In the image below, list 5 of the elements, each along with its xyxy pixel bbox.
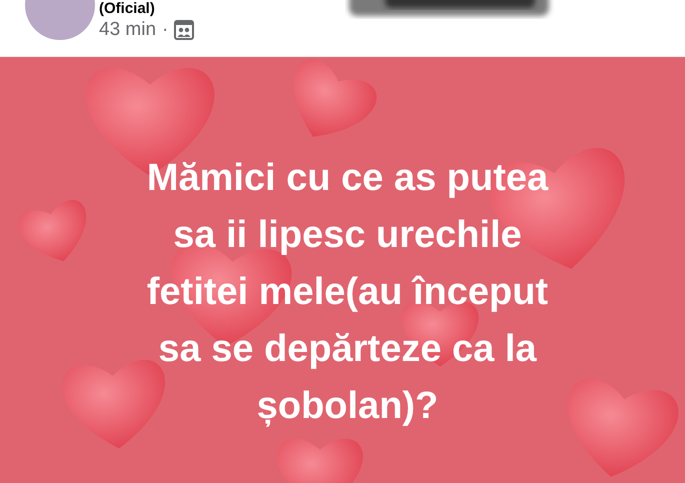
group-icon	[174, 20, 194, 40]
separator-dot: ·	[162, 19, 168, 41]
post-text: Mămici cu ce as putea sa ii lipesc urechile fetitei mele(au început sa se depărteze ca la șobolan)?	[146, 156, 548, 429]
post-time[interactable]: 43 min	[99, 19, 156, 41]
author-name[interactable]: (Oficial)	[99, 1, 194, 17]
